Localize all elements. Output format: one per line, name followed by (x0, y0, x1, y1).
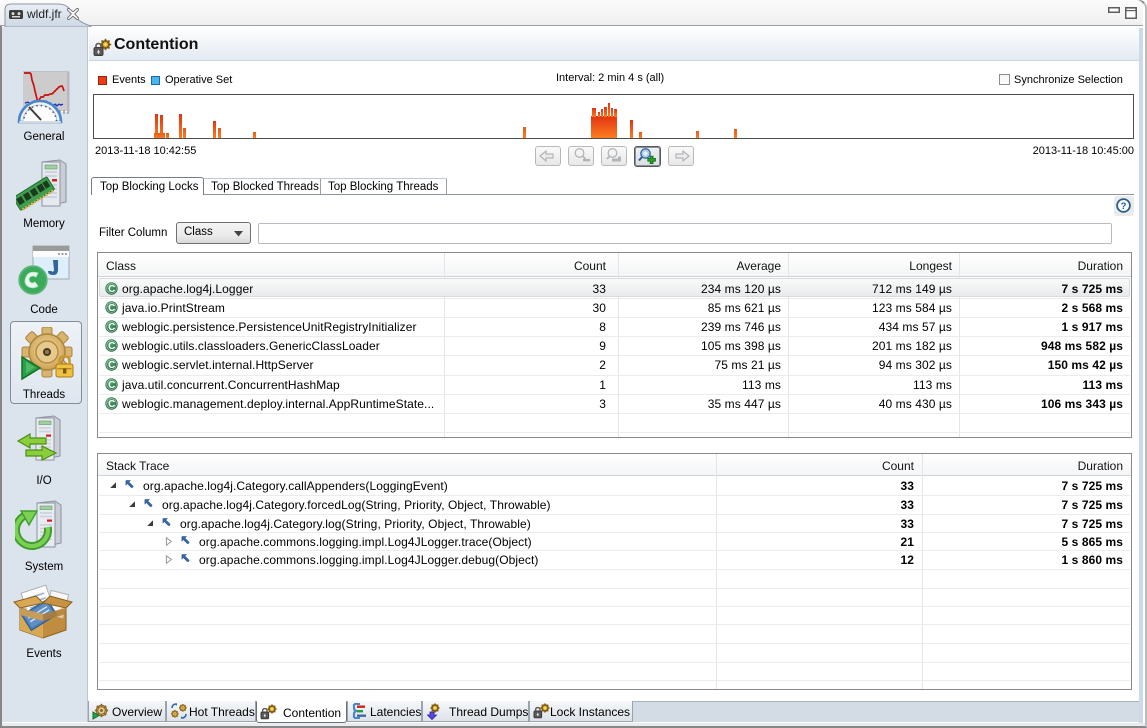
svg-text:?: ? (1121, 201, 1127, 212)
